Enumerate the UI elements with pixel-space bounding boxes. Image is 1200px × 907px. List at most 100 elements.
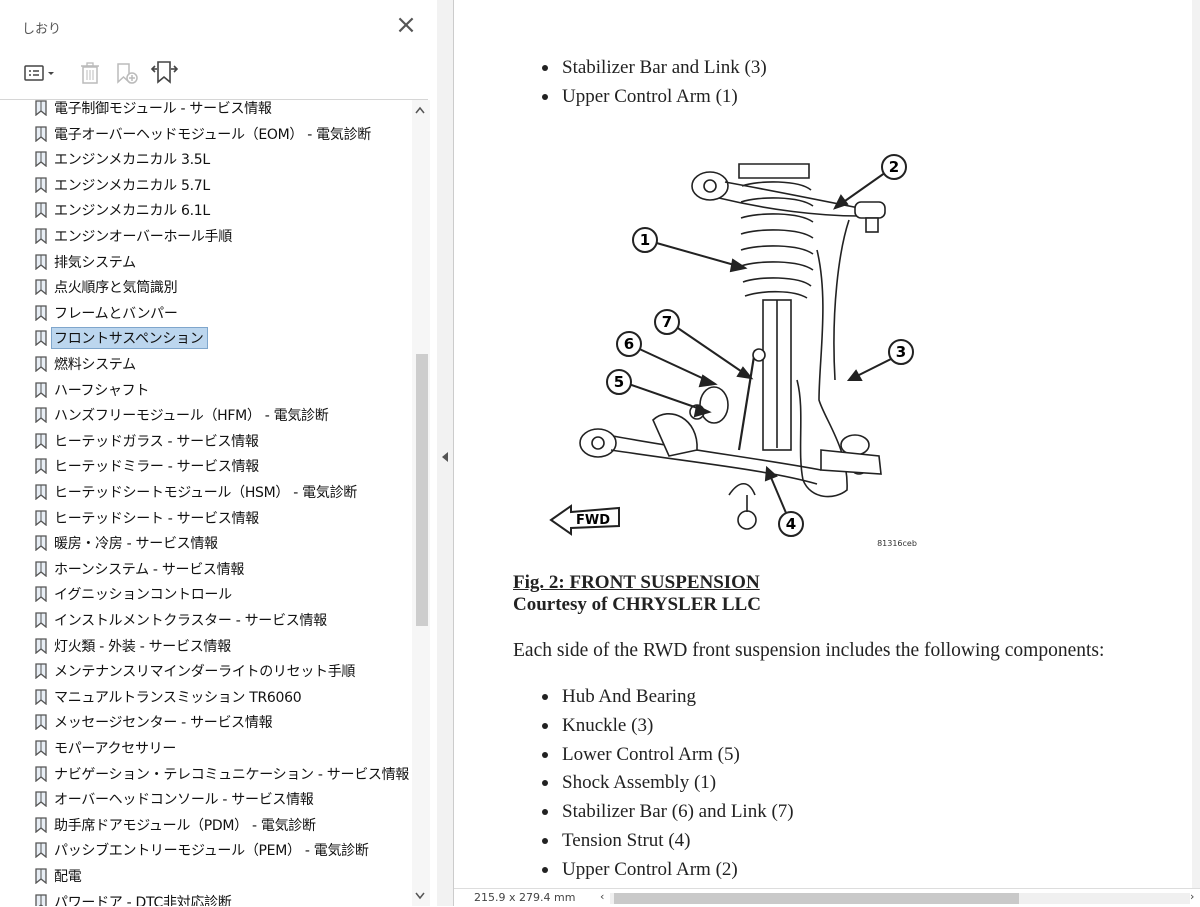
bookmark-item[interactable]: ナビゲーション・テレコミュニケーション - サービス情報 xyxy=(34,762,409,786)
close-icon[interactable]: × xyxy=(394,12,418,38)
callout-2: 2 xyxy=(889,158,899,176)
bookmark-icon xyxy=(35,177,47,193)
bookmark-label: 灯火類 - 外装 - サービス情報 xyxy=(54,638,231,655)
bookmark-item[interactable]: 電子制御モジュール - サービス情報 xyxy=(34,100,272,120)
bookmark-icon xyxy=(35,663,47,680)
callout-7: 7 xyxy=(662,313,672,331)
bookmark-label: 電子制御モジュール - サービス情報 xyxy=(54,101,272,117)
scroll-up-icon[interactable] xyxy=(415,104,425,117)
callout-5: 5 xyxy=(614,373,624,391)
bookmark-item[interactable]: 点火順序と気筒識別 xyxy=(34,275,178,299)
bookmark-item[interactable]: マニュアルトランスミッション TR6060 xyxy=(34,685,302,709)
bookmark-icon xyxy=(35,765,47,782)
bookmark-item[interactable]: 配電 xyxy=(34,864,82,888)
bookmark-toolbar xyxy=(18,58,418,90)
bookmark-item[interactable]: ハーフシャフト xyxy=(34,378,149,402)
bookmark-label: メンテナンスリマインダーライトのリセット手順 xyxy=(54,664,356,681)
bookmark-label: 燃料システム xyxy=(54,357,136,373)
bookmark-item[interactable]: ヒーテッドシートモジュール（HSM） - 電気診断 xyxy=(34,480,357,504)
bookmark-label: ヒーテッドミラー - サービス情報 xyxy=(54,459,259,476)
status-bar: 215.9 x 279.4 mm ‹ › xyxy=(454,888,1200,907)
document-page: Stabilizer Bar and Link (3) Upper Contro… xyxy=(454,0,1200,888)
intro-paragraph: Each side of the RWD front suspension in… xyxy=(513,640,1105,661)
bookmark-item[interactable]: エンジンメカニカル 3.5L xyxy=(34,147,210,171)
figure-title: Fig. 2: FRONT SUSPENSION xyxy=(513,572,760,593)
bookmark-item[interactable]: 暖房・冷房 - サービス情報 xyxy=(34,531,218,555)
bookmark-item[interactable]: ヒーテッドシート - サービス情報 xyxy=(34,506,259,530)
bookmark-item[interactable]: パワードア - DTC非対応診断 xyxy=(34,890,232,906)
bookmark-item[interactable]: オーバーヘッドコンソール - サービス情報 xyxy=(34,787,314,811)
scroll-right-icon[interactable]: › xyxy=(1190,890,1194,903)
list-item-text: Tension Strut (4) xyxy=(562,830,691,851)
bookmark-icon xyxy=(35,509,47,526)
vertical-scrollbar[interactable] xyxy=(1192,0,1200,888)
bookmark-item[interactable]: 灯火類 - 外装 - サービス情報 xyxy=(34,634,231,658)
bookmark-icon xyxy=(35,100,47,116)
bookmark-item[interactable]: インストルメントクラスター - サービス情報 xyxy=(34,608,327,632)
bookmark-search-icon[interactable] xyxy=(148,58,182,88)
bookmark-icon xyxy=(35,279,47,296)
delete-bookmark-icon[interactable] xyxy=(76,58,104,88)
bookmark-item[interactable]: ハンズフリーモジュール（HFM） - 電気診断 xyxy=(34,403,329,427)
bookmark-icon xyxy=(35,586,47,603)
bookmarks-panel: しおり × 電子制御モジュール - サービス情報電子オーバーヘッドモジュール（E… xyxy=(0,0,438,906)
bookmark-label: 電子オーバーヘッドモジュール（EOM） - 電気診断 xyxy=(54,126,371,143)
bookmark-item[interactable]: 排気システム xyxy=(34,250,136,274)
bookmark-icon xyxy=(35,561,47,577)
bookmark-label: パッシブエントリーモジュール（PEM） - 電気診断 xyxy=(54,843,369,860)
bookmark-label: エンジンメカニカル 3.5L xyxy=(54,152,210,169)
bookmark-item[interactable]: 助手席ドアモジュール（PDM） - 電気診断 xyxy=(34,813,316,837)
list-item: Upper Control Arm (2) xyxy=(542,859,738,881)
bookmark-label: エンジンオーバーホール手順 xyxy=(54,229,232,245)
bookmark-icon xyxy=(35,228,47,244)
bookmark-item[interactable]: イグニッションコントロール xyxy=(34,582,232,606)
list-item: Shock Assembly (1) xyxy=(542,772,716,794)
list-item: Lower Control Arm (5) xyxy=(542,744,740,766)
bookmark-item[interactable]: エンジンメカニカル 5.7L xyxy=(34,173,210,197)
bookmark-item[interactable]: ホーンシステム - サービス情報 xyxy=(34,557,244,581)
horizontal-scroll-thumb[interactable] xyxy=(614,893,1019,904)
callout-6: 6 xyxy=(624,335,634,353)
bookmark-icon xyxy=(35,535,47,552)
bookmark-scroll-thumb[interactable] xyxy=(416,354,428,626)
bookmark-item[interactable]: パッシブエントリーモジュール（PEM） - 電気診断 xyxy=(34,838,369,862)
bookmark-label: ハーフシャフト xyxy=(54,382,150,399)
bookmark-item[interactable]: エンジンメカニカル 6.1L xyxy=(34,198,210,222)
bookmark-item[interactable]: ヒーテッドミラー - サービス情報 xyxy=(34,454,259,478)
new-bookmark-icon[interactable] xyxy=(112,58,142,88)
bookmark-item[interactable]: フロントサスペンション xyxy=(34,326,209,350)
bookmark-item[interactable]: エンジンオーバーホール手順 xyxy=(34,224,232,248)
options-menu-icon[interactable] xyxy=(22,58,60,88)
bookmark-icon xyxy=(35,330,47,347)
figure-code: 81316ceb xyxy=(877,539,917,548)
bookmark-item[interactable]: メンテナンスリマインダーライトのリセット手順 xyxy=(34,659,355,683)
bookmark-item[interactable]: メッセージセンター - サービス情報 xyxy=(34,710,273,734)
bookmark-icon xyxy=(35,407,47,424)
list-item-text: Knuckle (3) xyxy=(562,714,654,736)
bookmark-icon xyxy=(35,305,47,321)
scroll-down-icon[interactable] xyxy=(415,890,425,903)
bookmark-item[interactable]: 電子オーバーヘッドモジュール（EOM） - 電気診断 xyxy=(34,122,371,146)
bookmark-icon xyxy=(35,202,47,219)
callout-3: 3 xyxy=(896,343,906,361)
forward-arrow-icon: FWD xyxy=(549,504,620,536)
bookmark-item[interactable]: フレームとバンパー xyxy=(34,301,178,325)
bookmark-label: オーバーヘッドコンソール - サービス情報 xyxy=(54,792,314,809)
list-item-text: Hub And Bearing xyxy=(562,686,697,707)
bookmark-item[interactable]: モパーアクセサリー xyxy=(34,736,176,760)
panel-title: しおり xyxy=(22,22,62,37)
bookmark-label: モパーアクセサリー xyxy=(54,741,177,757)
list-item-text: Stabilizer Bar and Link (3) xyxy=(562,57,767,78)
bookmark-label: ナビゲーション・テレコミュニケーション - サービス情報 xyxy=(54,766,409,783)
bookmark-item[interactable]: ヒーテッドガラス - サービス情報 xyxy=(34,429,259,453)
collapse-panel-icon[interactable] xyxy=(441,452,449,465)
scroll-left-icon[interactable]: ‹ xyxy=(600,890,604,903)
bookmark-label: 助手席ドアモジュール（PDM） - 電気診断 xyxy=(54,817,316,834)
bookmark-icon xyxy=(35,458,47,475)
bookmark-label: メッセージセンター - サービス情報 xyxy=(54,715,273,732)
bookmark-item[interactable]: 燃料システム xyxy=(34,352,136,376)
list-item: Stabilizer Bar (6) and Link (7) xyxy=(542,801,794,823)
bookmark-icon xyxy=(35,893,47,906)
bookmark-icon xyxy=(35,433,47,449)
list-item-text: Lower Control Arm (5) xyxy=(562,743,740,765)
